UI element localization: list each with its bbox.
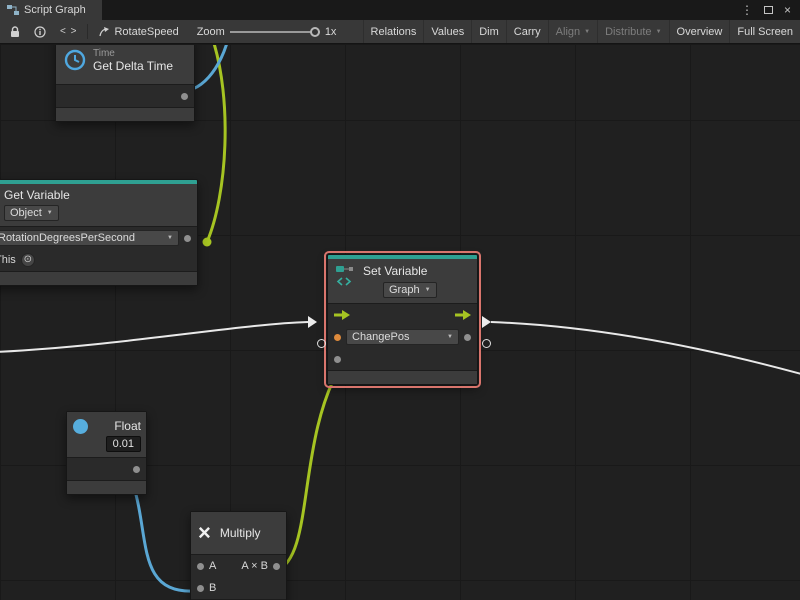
output-port[interactable] [273,563,280,570]
caret-down-icon: ▼ [425,287,431,293]
info-icon[interactable] [34,26,46,38]
variable-name-dropdown[interactable]: RotationDegreesPerSecond ▼ [0,230,179,246]
value-input-port[interactable] [334,334,341,341]
node-title: Set Variable [363,264,437,278]
distribute-button: Distribute ▼ [597,20,668,43]
caret-down-icon: ▼ [584,29,590,35]
node-footer [56,108,194,121]
graph-canvas[interactable]: Time Get Delta Time Get Variable Object … [0,45,800,600]
graph-asset-icon [98,26,110,38]
graph-name: RotateSpeed [114,26,178,38]
port-a-label: A [209,560,216,572]
full-screen-button[interactable]: Full Screen [729,20,800,43]
green-wire-endpoint-dot[interactable] [203,238,212,247]
node-multiply[interactable]: × Multiply A A × B B [190,511,287,600]
unconnected-port-right[interactable] [482,339,491,348]
wire-blue-float-to-multiply[interactable] [133,484,195,591]
caret-down-icon: ▼ [47,210,53,216]
zoom-slider[interactable] [230,31,320,33]
variable-scope-dropdown[interactable]: Object ▼ [4,205,59,221]
input-port-a[interactable] [197,563,204,570]
multiply-icon: × [198,524,211,542]
graph-toolbar: < > RotateSpeed Zoom 1x Relations Values… [0,20,800,44]
unconnected-port-left[interactable] [317,339,326,348]
float-value-field[interactable]: 0.01 [106,436,141,452]
caret-down-icon: ▼ [447,334,453,340]
overview-button[interactable]: Overview [669,20,730,43]
wire-green-get-variable-up[interactable] [207,45,225,242]
flow-output-arrow[interactable] [455,310,471,320]
input-port-b[interactable] [197,585,204,592]
zoom-value: 1x [325,26,337,38]
flow-wire-arrow-left[interactable] [308,316,317,328]
node-get-variable[interactable]: Get Variable Object ▼ RotationDegreesPer… [0,179,198,286]
node-set-variable[interactable]: Set Variable Graph ▼ [327,254,478,385]
window-controls: ⋮ × [741,0,800,20]
node-get-delta-time[interactable]: Time Get Delta Time [55,45,195,122]
input-port[interactable] [334,356,341,363]
result-label: A × B [241,560,268,572]
node-category: Time [93,48,173,59]
object-picker-icon[interactable]: ⊙ [21,253,35,267]
values-button[interactable]: Values [423,20,471,43]
carry-button[interactable]: Carry [506,20,548,43]
dim-button[interactable]: Dim [471,20,506,43]
zoom-slider-knob[interactable] [310,27,320,37]
node-float[interactable]: Float 0.01 [66,411,147,495]
unity-script-graph-window: Script Graph ⋮ × < > [0,0,800,600]
menu-icon[interactable]: ⋮ [741,3,753,17]
tab-title: Script Graph [24,4,86,16]
zoom-control: Zoom 1x [189,26,345,38]
variable-scope-dropdown[interactable]: Graph ▼ [383,282,437,298]
zoom-label: Zoom [197,26,225,38]
lock-icon[interactable] [10,26,20,38]
wire-white-out-of-set-variable[interactable] [491,322,800,375]
graph-breadcrumb[interactable]: RotateSpeed [88,26,188,38]
toolbar-left-icons: < > [0,26,87,38]
node-footer [67,481,146,494]
output-port[interactable] [181,93,188,100]
node-title: Float [94,419,141,433]
code-brackets-icon[interactable]: < > [60,26,77,37]
node-title: Get Delta Time [93,59,173,73]
output-port[interactable] [184,235,191,242]
flow-input-arrow[interactable] [334,310,350,320]
caret-down-icon: ▼ [167,235,173,241]
caret-down-icon: ▼ [656,29,662,35]
node-title: Multiply [220,526,261,540]
toolbar-buttons: Relations Values Dim Carry Align ▼ Distr… [363,20,800,43]
node-title: Get Variable [4,188,189,202]
set-variable-icon [335,264,357,288]
tab-bar: Script Graph ⋮ × [0,0,800,20]
flow-wire-arrow-right[interactable] [482,316,491,328]
relations-button[interactable]: Relations [363,20,424,43]
value-output-port[interactable] [464,334,471,341]
align-button: Align ▼ [548,20,597,43]
wire-white-into-set-variable[interactable] [0,322,308,352]
variable-name-dropdown[interactable]: ChangePos ▼ [346,329,459,345]
close-icon[interactable]: × [784,3,791,17]
node-footer [328,371,477,384]
target-label: This [0,254,16,266]
tab-script-graph[interactable]: Script Graph [0,0,102,20]
output-port[interactable] [133,466,140,473]
node-footer [0,272,197,285]
maximize-icon[interactable] [764,6,773,14]
script-graph-icon [7,4,19,16]
clock-icon [63,48,87,72]
float-type-icon [73,419,88,434]
port-b-label: B [209,582,216,594]
